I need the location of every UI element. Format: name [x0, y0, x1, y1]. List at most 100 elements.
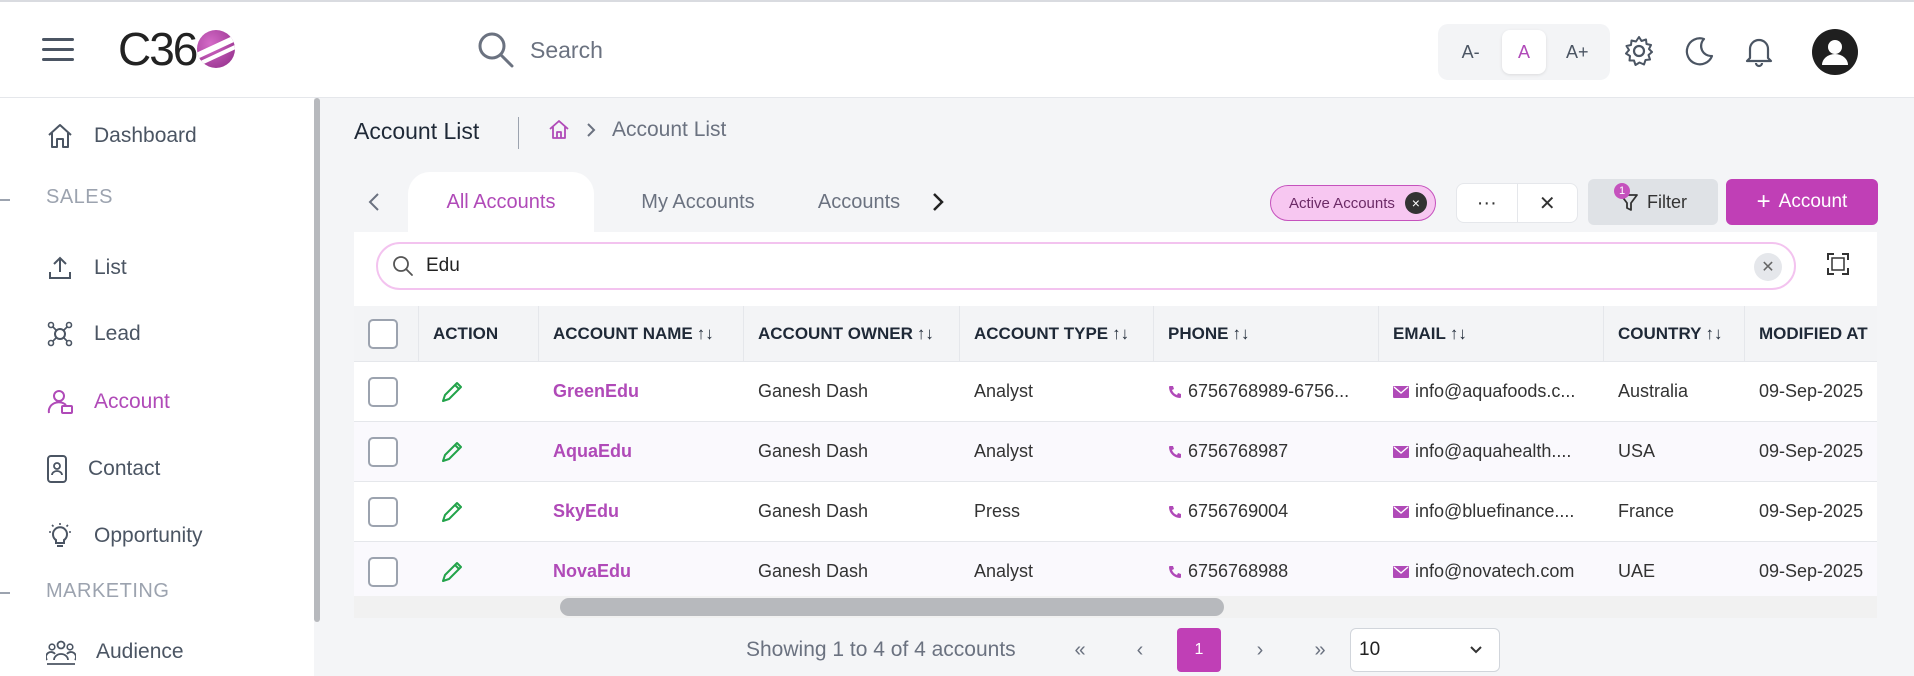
phone-link[interactable]: 6756768989-6756... — [1188, 381, 1349, 402]
column-header-email[interactable]: EMAIL ↑↓ — [1379, 306, 1604, 361]
tab-my-accounts[interactable]: My Accounts — [618, 172, 778, 232]
column-label: ACCOUNT TYPE — [974, 323, 1109, 343]
account-type: Press — [974, 501, 1021, 521]
font-increase-button[interactable]: A+ — [1555, 30, 1599, 74]
email-link[interactable]: info@aquafoods.c... — [1415, 381, 1575, 402]
lead-icon — [47, 321, 73, 347]
email-link[interactable]: info@bluefinance.... — [1415, 501, 1574, 522]
lightbulb-icon — [49, 523, 71, 547]
phone-link[interactable]: 6756769004 — [1188, 501, 1288, 522]
font-normal-button[interactable]: A — [1501, 30, 1546, 74]
row-checkbox[interactable] — [368, 556, 398, 587]
account-name-link[interactable]: NovaEdu — [553, 561, 631, 582]
top-header: C36 Search A- A A+ — [0, 0, 1914, 98]
sidebar-item-account[interactable]: Account — [46, 388, 170, 416]
edit-pencil-icon[interactable] — [439, 379, 465, 405]
column-label: PHONE — [1168, 323, 1229, 343]
fullscreen-icon[interactable] — [1826, 252, 1850, 276]
edit-pencil-icon[interactable] — [439, 559, 465, 585]
user-avatar[interactable] — [1812, 29, 1858, 75]
phone-link[interactable]: 6756768988 — [1188, 561, 1288, 582]
row-checkbox[interactable] — [368, 436, 398, 467]
country: France — [1618, 501, 1675, 521]
account-name-link[interactable]: SkyEdu — [553, 501, 619, 522]
chevron-down-icon — [1470, 646, 1482, 654]
filter-count-badge: 1 — [1614, 183, 1630, 199]
section-marketing: MARKETING — [46, 580, 170, 602]
upload-icon — [49, 256, 71, 279]
font-decrease-button[interactable]: A- — [1449, 30, 1493, 74]
global-search[interactable]: Search — [476, 30, 603, 70]
last-page-icon[interactable]: » — [1298, 628, 1342, 672]
column-header-account-type[interactable]: ACCOUNT TYPE ↑↓ — [960, 306, 1154, 361]
app-logo[interactable]: C36 — [118, 23, 236, 75]
bell-icon[interactable] — [1742, 34, 1776, 68]
next-page-icon[interactable]: › — [1238, 628, 1282, 672]
email-link[interactable]: info@novatech.com — [1415, 561, 1574, 582]
edit-pencil-icon[interactable] — [439, 439, 465, 465]
chip-remove-icon[interactable]: × — [1404, 192, 1427, 214]
view-actions-group: ··· ✕ — [1456, 183, 1578, 223]
moon-icon[interactable] — [1682, 34, 1716, 68]
account-type: Analyst — [974, 561, 1034, 581]
font-size-controls: A- A A+ — [1438, 24, 1610, 80]
close-view-button[interactable]: ✕ — [1518, 184, 1578, 222]
edit-pencil-icon[interactable] — [439, 499, 465, 525]
table-search-field[interactable]: Edu ✕ — [376, 242, 1796, 290]
sort-icon[interactable]: ↑↓ — [697, 324, 714, 344]
select-all-checkbox[interactable] — [368, 318, 398, 349]
email-link[interactable]: info@aquahealth.... — [1415, 441, 1571, 462]
account-name-link[interactable]: GreenEdu — [553, 381, 639, 402]
chevron-left-icon[interactable] — [368, 192, 380, 212]
accounts-table: ACTION ACCOUNT NAME ↑↓ ACCOUNT OWNER ↑↓ AC… — [354, 306, 1877, 602]
sort-icon[interactable]: ↑↓ — [1112, 324, 1129, 344]
sidebar-item-opportunity[interactable]: Opportunity — [46, 522, 203, 550]
first-page-icon[interactable]: « — [1058, 628, 1102, 672]
sort-icon[interactable]: ↑↓ — [917, 324, 934, 344]
more-options-button[interactable]: ··· — [1457, 184, 1518, 222]
column-label: ACCOUNT NAME — [553, 323, 693, 343]
column-header-country[interactable]: COUNTRY ↑↓ — [1604, 306, 1745, 361]
tab-accounts[interactable]: Accounts — [794, 172, 924, 232]
sidebar-item-contact[interactable]: Contact — [46, 454, 160, 484]
add-account-label: Account — [1778, 191, 1848, 212]
logo-text: C36 — [118, 23, 198, 75]
clear-search-icon[interactable]: ✕ — [1754, 253, 1782, 281]
sidebar-item-list[interactable]: List — [46, 254, 127, 282]
home-icon[interactable] — [548, 119, 570, 141]
prev-page-icon[interactable]: ‹ — [1118, 628, 1162, 672]
hamburger-menu-icon[interactable] — [42, 38, 74, 62]
table-horizontal-scrollbar[interactable] — [354, 596, 1877, 618]
column-header-phone[interactable]: PHONE ↑↓ — [1154, 306, 1379, 361]
phone-icon — [1169, 385, 1181, 398]
pagination-summary: Showing 1 to 4 of 4 accounts — [746, 638, 1016, 661]
search-placeholder: Search — [530, 36, 603, 63]
sidebar-item-dashboard[interactable]: Dashboard — [46, 122, 197, 150]
phone-link[interactable]: 6756768987 — [1188, 441, 1288, 462]
column-header-account-owner[interactable]: ACCOUNT OWNER ↑↓ — [744, 306, 960, 361]
column-header-modified-at[interactable]: MODIFIED AT — [1745, 306, 1877, 361]
scrollbar-thumb[interactable] — [560, 598, 1224, 616]
sort-icon[interactable]: ↑↓ — [1232, 324, 1249, 344]
chevron-right-icon — [587, 123, 596, 137]
chevron-right-icon[interactable] — [932, 192, 944, 212]
page-size-select[interactable]: 10 — [1350, 628, 1500, 672]
section-divider — [0, 592, 10, 594]
sort-icon[interactable]: ↑↓ — [1705, 324, 1722, 344]
sort-icon[interactable]: ↑↓ — [1450, 324, 1467, 344]
row-checkbox[interactable] — [368, 496, 398, 527]
filter-button[interactable]: 1 Filter — [1588, 179, 1718, 225]
gear-icon[interactable] — [1622, 34, 1656, 68]
page-title: Account List — [354, 118, 480, 144]
column-header-account-name[interactable]: ACCOUNT NAME ↑↓ — [539, 306, 744, 361]
page-number-button[interactable]: 1 — [1177, 628, 1221, 672]
sidebar-scrollbar[interactable] — [314, 98, 320, 622]
sidebar-item-lead[interactable]: Lead — [46, 320, 141, 348]
column-header-action: ACTION — [419, 306, 539, 361]
tab-all-accounts[interactable]: All Accounts — [408, 172, 594, 232]
sidebar-item-label: Contact — [88, 457, 161, 480]
account-name-link[interactable]: AquaEdu — [553, 441, 632, 462]
row-checkbox[interactable] — [368, 376, 398, 407]
add-account-button[interactable]: + Account — [1726, 179, 1878, 225]
account-owner: Ganesh Dash — [758, 381, 869, 401]
